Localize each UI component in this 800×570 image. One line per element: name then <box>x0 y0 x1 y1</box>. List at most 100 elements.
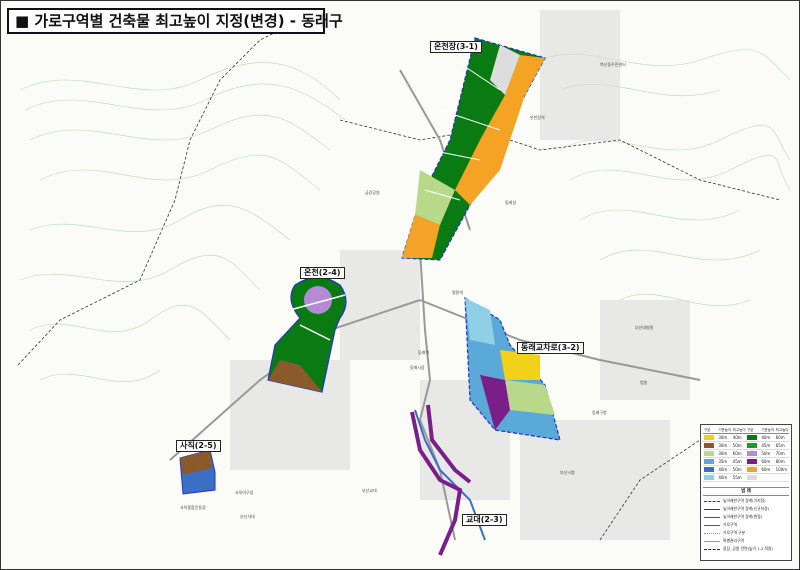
legend-base-height: 40m <box>761 435 771 440</box>
zone-oncheonjang[interactable] <box>401 37 546 261</box>
legend-line-label: 높이제한구역 경계(변경) <box>723 514 763 519</box>
legend-swatch-cell <box>746 450 760 457</box>
legend-swatch-cell <box>746 442 760 449</box>
zone-sajik[interactable] <box>179 449 216 495</box>
place-label: 법원 <box>640 380 648 385</box>
legend-line-label: 높이제한구역 경계(신규지정) <box>723 506 770 511</box>
legend-base-height: 40m <box>718 467 728 472</box>
legend-header: 구분 기준높이 최고높이 구분 기준높이 최고높이 <box>703 427 789 434</box>
legend-header-cell: 기준높이 <box>718 428 732 432</box>
zone-label-sajik: 사직(2-5) <box>176 440 221 452</box>
legend-base-height <box>760 474 774 481</box>
legend-swatch <box>704 443 714 448</box>
legend-swatch-cell <box>746 434 760 441</box>
legend-swatch-cell <box>746 458 760 465</box>
legend-line-sample <box>704 548 720 550</box>
legend-lines: 높이제한구역 경계(기지정) 높이제한구역 경계(신규지정) 높이제한구역 경계(변… <box>704 497 788 553</box>
legend-line-label: 광장, 공원 전면(높이 1.2 적용) <box>723 546 773 551</box>
zone-label-oncheonjang: 온천장(3-1) <box>430 41 482 53</box>
legend-max-height: 40m <box>732 435 742 440</box>
legend-line-sample <box>704 508 720 510</box>
legend-row: 30m 40m 40m 60m <box>703 434 789 442</box>
place-label: 부산대병원 <box>635 325 654 330</box>
legend-line-sample <box>704 540 720 542</box>
zone-label-dongnae: 동래교차로(3-2) <box>517 342 584 354</box>
legend-base-height: 30m <box>718 435 728 440</box>
legend-rows: 30m 40m 40m 60m 30m 50m 45m 65m 30m 60m 50m 70m 35m 4… <box>703 434 789 482</box>
legend-max-height: 65m <box>775 443 785 448</box>
legend-line-label: 특별관리구역 <box>723 538 744 543</box>
place-label: 동래구청 <box>592 410 607 415</box>
legend-row: 35m 45m 60m 80m <box>703 458 789 466</box>
legend-base-height: 40m <box>718 475 728 480</box>
zone-label-oncheon: 온천(2-4) <box>300 267 345 279</box>
legend-base-height: 50m <box>761 451 771 456</box>
place-label: 부산시청 <box>560 470 575 475</box>
place-label: 사직종합운동장 <box>180 505 206 510</box>
legend-line-item: 가로구역 <box>704 521 788 529</box>
legend-line-item: 높이제한구역 경계(변경) <box>704 513 788 521</box>
legend-line-item: 특별관리구역 <box>704 537 788 545</box>
legend-swatch <box>746 467 757 472</box>
legend-swatch-cell <box>746 474 760 481</box>
legend-header-cell: 기준높이 <box>761 428 775 432</box>
legend-header-cell: 최고높이 <box>775 428 789 432</box>
place-label: 온천장역 <box>530 115 545 120</box>
legend-header-cell: 구분 <box>704 428 711 432</box>
legend-max-height: 60m <box>732 451 742 456</box>
place-label: 부산교대 <box>362 488 377 493</box>
place-label: 동래시장 <box>410 365 425 370</box>
place-label: 복산동주민센터 <box>600 62 626 67</box>
place-label: 동래성 <box>505 200 517 205</box>
legend-row: 40m 50m 60m 100m <box>703 466 789 474</box>
place-label: 사직야구장 <box>235 490 254 495</box>
place-label: 명륜역 <box>452 290 464 295</box>
legend-base-height: 60m <box>761 459 771 464</box>
legend-header-cell: 최고높이 <box>732 428 746 432</box>
legend-line-item: 높이제한구역 경계(신규지정) <box>704 505 788 513</box>
legend-line-label: 가로구역 <box>723 522 737 527</box>
legend-line-sample <box>704 532 720 534</box>
legend-max-height: 60m <box>775 435 785 440</box>
legend-line-sample <box>704 516 720 518</box>
legend-swatch <box>746 459 757 464</box>
legend-swatch-cell <box>703 458 717 465</box>
zone-label-gyodae: 교대(2-3) <box>462 514 507 526</box>
legend-row: 30m 50m 45m 65m <box>703 442 789 450</box>
legend-swatch <box>746 451 757 456</box>
legend-line-label: 가로구역 구분 <box>723 530 746 535</box>
legend-swatch-cell <box>703 442 717 449</box>
legend-swatch-cell <box>703 450 717 457</box>
legend-height-table: 구분 기준높이 최고높이 구분 기준높이 최고높이 30m 40m 40m 60m 30… <box>703 427 789 482</box>
legend-max-height <box>775 474 789 481</box>
legend-line-item: 광장, 공원 전면(높이 1.2 적용) <box>704 545 788 553</box>
legend-swatch <box>704 459 714 464</box>
place-label: 부산사대 <box>240 514 255 519</box>
legend-header-cell: 구분 <box>746 428 754 432</box>
legend-max-height: 100m <box>775 467 788 472</box>
legend-line-label: 높이제한구역 경계(기지정) <box>723 498 766 503</box>
map-canvas[interactable] <box>0 0 800 570</box>
legend-base-height: 45m <box>761 443 771 448</box>
legend-base-height: 30m <box>718 443 728 448</box>
legend-max-height: 80m <box>775 459 785 464</box>
legend-base-height: 35m <box>718 459 728 464</box>
legend-swatch-cell <box>703 474 717 481</box>
legend-row: 40m 55m <box>703 474 789 482</box>
legend-line-sample <box>704 524 720 526</box>
legend-max-height: 45m <box>732 459 742 464</box>
legend-swatch <box>704 467 714 472</box>
legend-row: 30m 60m 50m 70m <box>703 450 789 458</box>
legend-base-height: 30m <box>718 451 728 456</box>
legend-swatch <box>746 443 757 448</box>
place-label: 금강공원 <box>365 190 380 195</box>
legend-line-item: 높이제한구역 경계(기지정) <box>704 497 788 505</box>
legend-swatch-cell <box>703 434 717 441</box>
legend-base-height: 60m <box>761 467 771 472</box>
legend-max-height: 50m <box>732 467 742 472</box>
legend-line-item: 가로구역 구분 <box>704 529 788 537</box>
legend-max-height: 50m <box>732 443 742 448</box>
map-legend: 구분 기준높이 최고높이 구분 기준높이 최고높이 30m 40m 40m 60m 30… <box>700 424 792 561</box>
legend-max-height: 70m <box>775 451 785 456</box>
legend-swatch-cell <box>746 466 760 473</box>
